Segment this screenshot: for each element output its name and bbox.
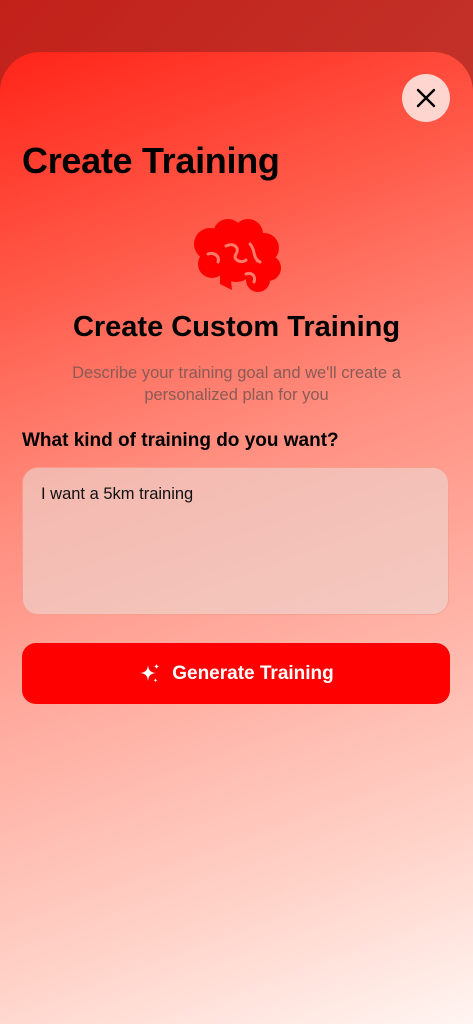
sparkles-icon bbox=[140, 663, 160, 683]
generate-training-button[interactable]: Generate Training bbox=[22, 643, 450, 704]
section-title: Create Custom Training bbox=[72, 311, 401, 343]
generate-training-label: Generate Training bbox=[172, 662, 334, 684]
training-goal-label: What kind of training do you want? bbox=[22, 430, 339, 451]
create-training-sheet: Create Training Create Custom Training D… bbox=[0, 52, 473, 1024]
close-icon bbox=[416, 88, 436, 108]
page-title: Create Training bbox=[22, 140, 280, 181]
close-button[interactable] bbox=[402, 74, 450, 122]
section-description: Describe your training goal and we'll cr… bbox=[72, 364, 401, 404]
brain-icon bbox=[194, 219, 281, 292]
training-goal-input[interactable]: I want a 5km training bbox=[22, 467, 449, 615]
training-goal-input-value: I want a 5km training bbox=[41, 485, 194, 503]
